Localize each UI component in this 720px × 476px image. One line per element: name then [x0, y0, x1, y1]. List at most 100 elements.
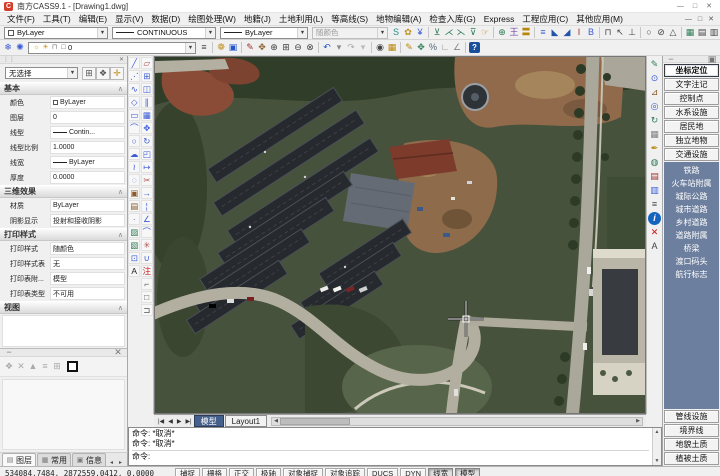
stake-icon[interactable]: ⊥ — [626, 26, 638, 39]
extend-icon[interactable]: → — [140, 187, 153, 199]
trim-icon[interactable]: ✂ — [140, 174, 153, 186]
stamp-i-icon[interactable]: I — [573, 26, 585, 39]
menu-item[interactable]: 检查入库(G) — [425, 13, 479, 26]
grid-ref-icon[interactable]: 〓 — [520, 26, 532, 39]
collapse-chevron-icon[interactable]: ∧ — [118, 188, 123, 196]
status-toggle[interactable]: 极轴 — [256, 468, 281, 476]
screen-menu-item[interactable]: 地貌土质 — [664, 438, 719, 451]
section-header[interactable]: 三维效果 ∧ — [0, 185, 127, 198]
screen-menu-item[interactable]: 居民地 — [664, 120, 719, 133]
info-icon[interactable]: i — [648, 212, 661, 225]
corner2-tool-icon[interactable]: ⊐ — [140, 304, 153, 316]
menu-item[interactable]: 土地利用(L) — [275, 13, 327, 26]
globe-icon[interactable]: ◍ — [648, 156, 661, 169]
section-header[interactable]: 打印样式 ∧ — [0, 228, 127, 241]
redo-dropdown-icon[interactable]: ▾ — [357, 41, 369, 54]
screen-menu-subitem[interactable]: 渡口码头 — [664, 255, 719, 268]
cass-symbol-icon[interactable]: ✿ — [402, 26, 414, 39]
triangle-tool-icon[interactable]: △ — [667, 26, 679, 39]
menu-item[interactable]: 文件(F) — [3, 13, 39, 26]
list-view-icon[interactable]: ≡ — [39, 360, 51, 373]
mdi-minimize-button[interactable]: — — [685, 16, 692, 23]
polyline-icon[interactable]: ∿ — [128, 83, 141, 95]
make-block-icon[interactable]: ▤ — [128, 200, 141, 212]
tab-scroll-left-icon[interactable]: ◂ — [108, 459, 115, 466]
menu-item[interactable]: 等高线(S) — [327, 13, 372, 26]
gradient-icon[interactable]: ▧ — [128, 239, 141, 251]
layer-properties-icon[interactable]: ❄ — [2, 41, 14, 54]
zoom-object-icon[interactable]: ⊙ — [648, 72, 661, 85]
cmd-scroll-down-icon[interactable]: ▼ — [655, 458, 660, 464]
bulb-on-icon[interactable]: ☼ — [32, 43, 41, 53]
help-icon[interactable]: ? — [469, 42, 480, 53]
menu-item[interactable]: 编辑(E) — [75, 13, 111, 26]
menu-item[interactable]: Express — [480, 13, 519, 26]
ellipse-icon[interactable]: ◌ — [128, 174, 141, 186]
menu-item[interactable]: 其他应用(M) — [572, 13, 627, 26]
diagonal-icon[interactable]: ↖ — [614, 26, 626, 39]
screen-menu-item[interactable]: 交通设施 — [664, 148, 719, 161]
command-text-area[interactable]: 命令: *取消* 命令: *取消* 命令: — [129, 428, 652, 465]
pen-icon[interactable]: ✎ — [244, 41, 256, 54]
ridge-icon[interactable]: ◢ — [561, 26, 573, 39]
status-toggle[interactable]: 栅格 — [202, 468, 227, 476]
quick-select-icon[interactable]: ❖ — [96, 66, 110, 80]
capture-area-icon[interactable]: ⊽ — [467, 26, 479, 39]
screen-menu-subitem[interactable]: 桥梁 — [664, 242, 719, 255]
select-objects-icon[interactable]: ✛ — [110, 66, 124, 80]
rotate-snap-icon[interactable]: % — [427, 41, 439, 54]
scale-icon[interactable]: ◰ — [140, 148, 153, 160]
new-filter-icon[interactable]: ❖ — [3, 360, 15, 373]
menu-item[interactable]: 地物编辑(A) — [372, 13, 425, 26]
hatch-icon[interactable]: ▨ — [128, 226, 141, 238]
mirror-icon[interactable]: ◫ — [140, 83, 153, 95]
status-toggle[interactable]: 对象捕捉 — [283, 468, 323, 476]
line-icon[interactable]: ╱ — [128, 57, 141, 69]
layers-icon[interactable]: ≡ — [648, 198, 661, 211]
snap-from-icon[interactable]: ∟ — [439, 41, 451, 54]
palette-grip[interactable]: ⋮⋮ — [3, 56, 15, 63]
level-icon[interactable]: 王 — [508, 26, 520, 39]
cass-code-icon[interactable]: ¥ — [414, 26, 426, 39]
screen-menu-item[interactable]: 管线设施 — [664, 410, 719, 423]
redo-icon[interactable]: ↷ — [345, 41, 357, 54]
property-value[interactable]: ByLayer — [50, 96, 125, 109]
color-dropdown[interactable]: ByLayer ▼ — [4, 26, 108, 39]
chevron-down-icon[interactable]: ▼ — [297, 27, 307, 38]
fence-icon[interactable]: ▤ — [696, 26, 708, 39]
mdi-close-button[interactable]: ✕ — [708, 16, 714, 23]
selection-dropdown[interactable]: 无选择 ▼ — [5, 67, 78, 79]
corner-tool-icon[interactable]: ⌐ — [140, 278, 153, 290]
hscroll-thumb[interactable] — [279, 417, 350, 425]
hand-point-icon[interactable]: ☞ — [479, 26, 491, 39]
stamp-b-icon[interactable]: B — [585, 26, 597, 39]
offset-icon[interactable]: ∥ — [140, 96, 153, 108]
gate-icon[interactable]: ⊓ — [602, 26, 614, 39]
status-toggle[interactable]: 线宽 — [428, 468, 454, 476]
brush-icon[interactable]: ✒ — [648, 142, 661, 155]
break-icon[interactable]: ¦ — [140, 200, 153, 212]
maximize-button[interactable]: □ — [693, 3, 697, 10]
hatch-tool-icon[interactable]: ▦ — [684, 26, 696, 39]
chamfer-icon[interactable]: ∠ — [140, 213, 153, 225]
zoom-extents-icon[interactable]: ⊗ — [304, 41, 316, 54]
next-tab-icon[interactable]: ▶ — [175, 418, 184, 425]
screen-menu-subitem[interactable]: 火车站附属 — [664, 177, 719, 190]
no-entry-icon[interactable]: ⊘ — [655, 26, 667, 39]
minimize-button[interactable]: — — [677, 3, 684, 10]
point-icon[interactable]: ∙ — [128, 213, 141, 225]
property-value[interactable]: 模型 — [50, 272, 125, 285]
screen-menu-title[interactable]: 坐标定位 — [664, 64, 719, 77]
property-value[interactable]: 随颜色 — [50, 242, 125, 255]
current-color-swatch[interactable] — [67, 361, 78, 372]
region-icon[interactable]: ⊡ — [128, 252, 141, 264]
screen-menu-item[interactable]: 独立地物 — [664, 134, 719, 147]
capture-curve-icon[interactable]: ⋋ — [455, 26, 467, 39]
mdi-restore-button[interactable]: □ — [698, 16, 702, 23]
menu-item[interactable]: 绘图处理(W) — [184, 13, 240, 26]
rotate-icon[interactable]: ↻ — [140, 135, 153, 147]
chevron-down-icon[interactable]: ▼ — [185, 42, 195, 53]
palette-tab[interactable]: ▦ 常用 — [37, 453, 71, 466]
layer-color-swatch-icon[interactable]: □ — [59, 43, 68, 53]
layout-tab[interactable]: Layout1 — [224, 415, 268, 427]
